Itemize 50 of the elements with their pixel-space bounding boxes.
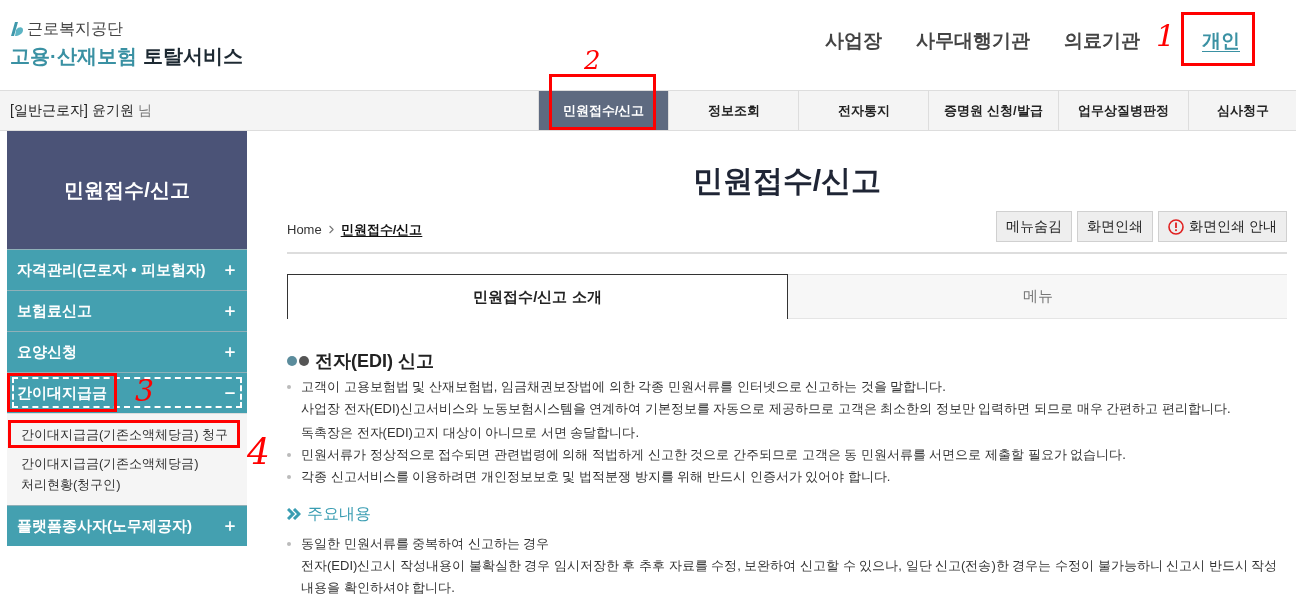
plus-icon bbox=[223, 304, 237, 318]
user-name: [일반근로자] 윤기원 bbox=[10, 101, 134, 120]
bullet-icon bbox=[287, 453, 291, 457]
menu-tab[interactable]: 전자통지 bbox=[798, 91, 928, 130]
section-heading: 주요내용 bbox=[307, 504, 371, 524]
body-text: 동일한 민원서류를 중복하여 신고하는 경우 bbox=[301, 535, 551, 553]
annotation-number: 1 bbox=[1156, 21, 1176, 51]
section-heading: 전자(EDI) 신고 bbox=[315, 350, 434, 373]
annotation-number: 3 bbox=[135, 376, 155, 406]
org-name: 근로복지공단 bbox=[27, 19, 123, 39]
menu-tab[interactable]: 업무상질병판정 bbox=[1058, 91, 1188, 130]
body-text: 고객이 고용보험법 및 산재보험법, 임금채권보장법에 의한 각종 민원서류를 인터넷으로 신고하는 것을 말합니다. bbox=[301, 378, 947, 396]
body-text: 전자(EDI)신고시 작성내용이 불확실한 경우 임시저장한 후 추후 자료를 수정, 보완하여 신고할 수 있으나, 일단 신고(전송)한 경우는 수정이 불가능하니 신고시 반드시 작성내용을 확인하셔야 합니다. bbox=[301, 557, 1279, 597]
annotation-number: 2 bbox=[584, 47, 601, 73]
logo-icon bbox=[10, 21, 24, 37]
menu-tab[interactable]: 심사청구 bbox=[1188, 91, 1296, 130]
annotation-number: 4 bbox=[247, 434, 270, 470]
double-dot-icon bbox=[287, 356, 309, 366]
plus-icon bbox=[223, 263, 237, 277]
page-title: 민원접수/신고 bbox=[691, 163, 883, 199]
content-tab[interactable]: 민원접수/신고 소개 bbox=[287, 274, 788, 319]
toolbar-button[interactable]: 화면인쇄 bbox=[1077, 211, 1154, 242]
submenu-link[interactable]: 간이대지급금(기존소액체당금) 처리현황(청구인) bbox=[7, 449, 247, 499]
breadcrumb-link[interactable]: 민원접수/신고 bbox=[340, 219, 423, 239]
content-tab[interactable]: 메뉴 bbox=[788, 274, 1287, 319]
service-title: 토탈서비스 bbox=[142, 44, 243, 69]
body-text: 민원서류가 정상적으로 접수되면 관련법령에 의해 적법하게 신고한 것으로 간주되므로 고객은 동 민원서류를 서면으로 제출할 필요가 없습니다. bbox=[301, 446, 1126, 464]
service-title-accent: 고용·산재보험 bbox=[10, 44, 137, 69]
submenu-link[interactable]: 간이대지급금(기존소액체당금) 청구 bbox=[7, 420, 247, 449]
nav-link[interactable]: 개인 bbox=[1202, 27, 1240, 55]
nav-link[interactable]: 의료기관 bbox=[1064, 27, 1140, 55]
sidebar-title: 민원접수/신고 bbox=[64, 178, 190, 203]
toolbar-button[interactable]: 메뉴숨김 bbox=[996, 211, 1073, 242]
user-honorific: 님 bbox=[137, 101, 152, 120]
menu-tab[interactable]: 증명원 신청/발급 bbox=[928, 91, 1058, 130]
plus-icon bbox=[223, 519, 237, 533]
body-text: 사업장 전자(EDI)신고서비스와 노동보험시스템을 연계하여 기본정보를 자동으로 제공하므로 고객은 최소한의 정보만 입력하면 되므로 매우 간편하고 편리합니다. bbox=[301, 400, 1231, 418]
warning-circle-icon bbox=[1168, 218, 1185, 235]
breadcrumb-link[interactable]: Home bbox=[287, 219, 322, 239]
menu-tab[interactable]: 정보조회 bbox=[668, 91, 798, 130]
toolbar-button[interactable]: 화면인쇄 안내 bbox=[1158, 211, 1287, 242]
double-chevron-icon bbox=[287, 508, 301, 520]
bullet-icon bbox=[287, 475, 291, 479]
body-text: 각종 신고서비스를 이용하려면 개인정보보호 및 법적분쟁 방지를 위해 반드시 인증서가 있어야 합니다. bbox=[301, 468, 891, 486]
nav-link[interactable]: 사업장 bbox=[825, 27, 882, 55]
bullet-icon bbox=[287, 542, 291, 546]
nav-link[interactable]: 사무대행기관 bbox=[916, 27, 1030, 55]
body-text: 독촉장은 전자(EDI)고지 대상이 아니므로 서면 송달합니다. bbox=[301, 424, 640, 442]
plus-icon bbox=[223, 345, 237, 359]
bullet-icon bbox=[287, 385, 291, 389]
